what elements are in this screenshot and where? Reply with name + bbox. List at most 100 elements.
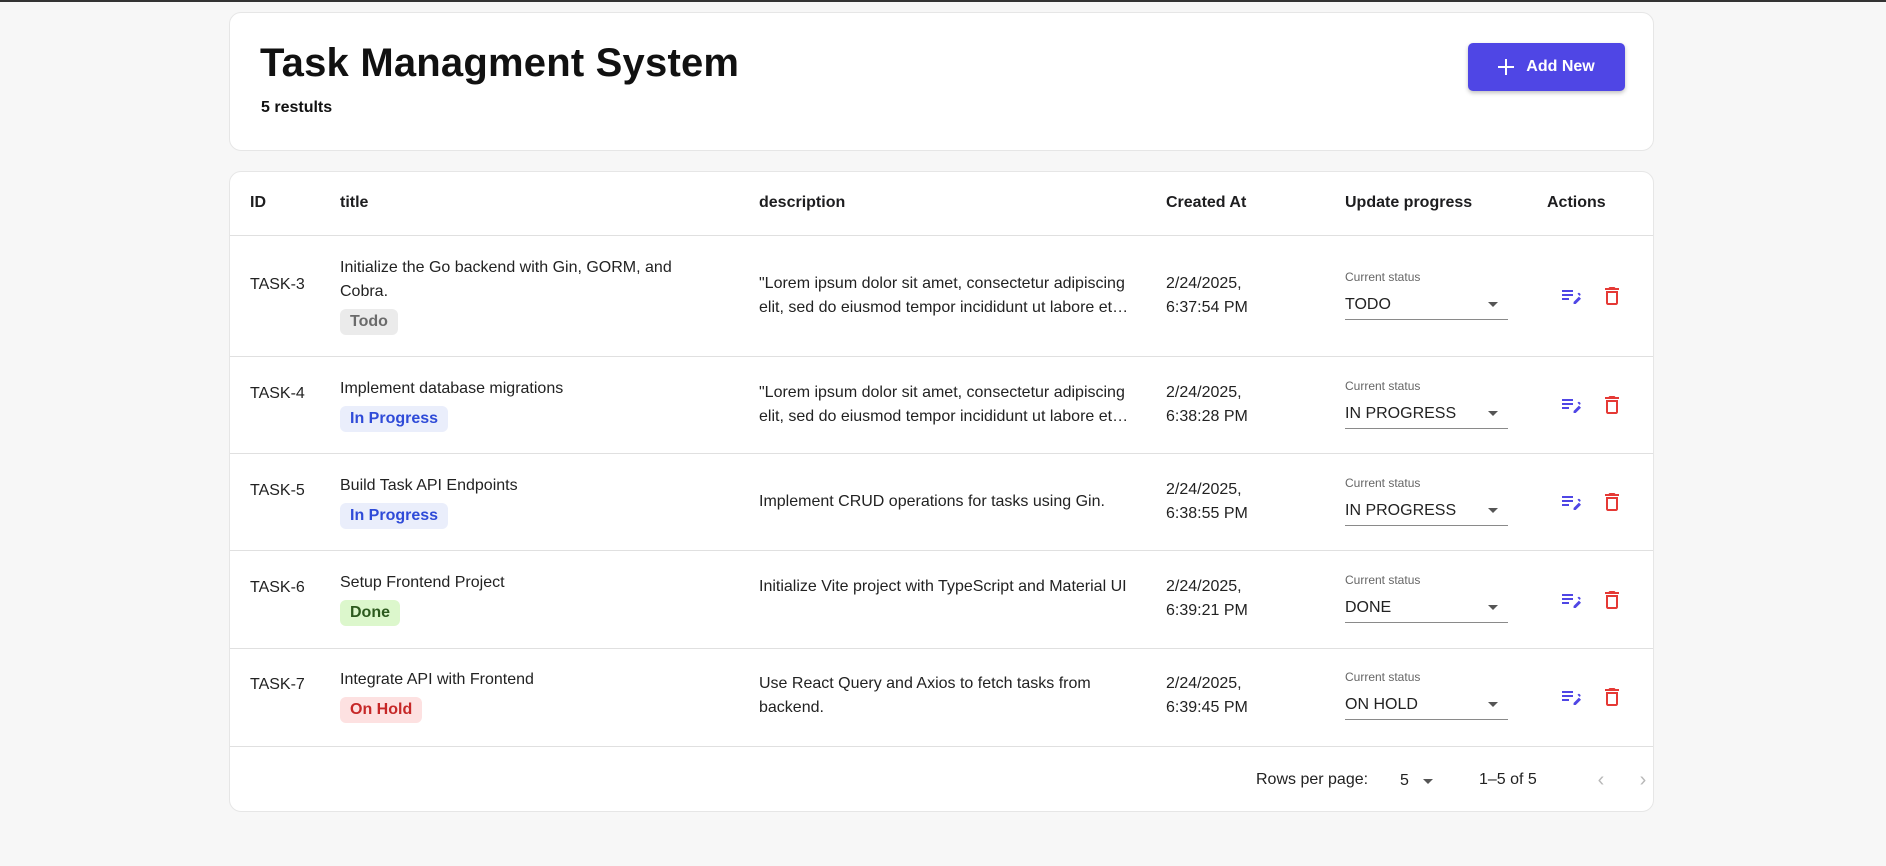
task-description-cell: Initialize Vite project with TypeScript …: [759, 575, 1134, 599]
task-title: Build Task API Endpoints: [340, 477, 518, 494]
table-row: TASK-3 Initialize the Go backend with Gi…: [230, 236, 1653, 357]
status-chip: On Hold: [340, 697, 423, 723]
table-header-row: ID title description Created At Update p…: [230, 172, 1653, 236]
task-title: Initialize the Go backend with Gin, GORM…: [340, 259, 672, 300]
edit-note-icon[interactable]: [1559, 685, 1583, 709]
status-field-label: Current status: [1345, 573, 1421, 587]
status-select-value: ON HOLD: [1345, 695, 1418, 713]
trash-icon[interactable]: [1600, 284, 1624, 308]
column-header-title[interactable]: title: [340, 194, 368, 212]
task-description-cell: "Lorem ipsum dolor sit amet, consectetur…: [759, 272, 1134, 320]
previous-page-button[interactable]: ‹: [1587, 766, 1615, 794]
status-field-label: Current status: [1345, 270, 1421, 284]
task-id: TASK-3: [250, 276, 305, 293]
status-select-field: Current status IN PROGRESS: [1345, 379, 1508, 429]
table-row: TASK-6 Setup Frontend Project Done Initi…: [230, 551, 1653, 649]
created-at: 2/24/2025, 6:39:45 PM: [1166, 675, 1248, 716]
edit-note-icon[interactable]: [1559, 393, 1583, 417]
status-field-label: Current status: [1345, 670, 1421, 684]
task-description: Use React Query and Axios to fetch tasks…: [759, 675, 1091, 716]
status-select[interactable]: IN PROGRESS: [1345, 399, 1508, 429]
task-id: TASK-7: [250, 676, 305, 693]
next-page-button[interactable]: ›: [1629, 766, 1653, 794]
window-top-border: [0, 0, 1886, 2]
status-field-label: Current status: [1345, 476, 1421, 490]
table-row: TASK-7 Integrate API with Frontend On Ho…: [230, 649, 1653, 747]
trash-icon[interactable]: [1600, 490, 1624, 514]
caret-down-icon: [1422, 778, 1433, 784]
status-select-field: Current status IN PROGRESS: [1345, 476, 1508, 526]
task-id: TASK-6: [250, 579, 305, 596]
created-at: 2/24/2025, 6:38:55 PM: [1166, 481, 1248, 522]
rows-per-page-value: 5: [1400, 772, 1409, 789]
status-select[interactable]: ON HOLD: [1345, 690, 1508, 720]
caret-down-icon: [1488, 702, 1498, 707]
task-description-cell: Implement CRUD operations for tasks usin…: [759, 490, 1134, 514]
status-select[interactable]: IN PROGRESS: [1345, 496, 1508, 526]
edit-note-icon[interactable]: [1559, 490, 1583, 514]
task-title-cell: Implement database migrations In Progres…: [340, 377, 720, 432]
task-title-cell: Initialize the Go backend with Gin, GORM…: [340, 256, 720, 335]
add-new-label: Add New: [1526, 58, 1595, 75]
task-description: "Lorem ipsum dolor sit amet, consectetur…: [759, 384, 1125, 425]
status-select[interactable]: DONE: [1345, 593, 1508, 623]
status-select-field: Current status DONE: [1345, 573, 1508, 623]
column-header-id[interactable]: ID: [250, 194, 266, 212]
rows-per-page-select[interactable]: 5: [1400, 768, 1450, 794]
task-description-cell: "Lorem ipsum dolor sit amet, consectetur…: [759, 381, 1134, 429]
status-chip: Todo: [340, 309, 398, 335]
chevron-right-icon: ›: [1639, 768, 1647, 791]
task-title: Setup Frontend Project: [340, 574, 505, 591]
status-field-label: Current status: [1345, 379, 1421, 393]
task-title: Integrate API with Frontend: [340, 671, 534, 688]
status-select[interactable]: TODO: [1345, 290, 1508, 320]
status-select-value: IN PROGRESS: [1345, 404, 1457, 422]
table-row: TASK-4 Implement database migrations In …: [230, 357, 1653, 454]
status-select-field: Current status ON HOLD: [1345, 670, 1508, 720]
trash-icon[interactable]: [1600, 685, 1624, 709]
task-title-cell: Setup Frontend Project Done: [340, 571, 720, 626]
task-title-cell: Integrate API with Frontend On Hold: [340, 668, 720, 723]
caret-down-icon: [1488, 605, 1498, 610]
task-description: Initialize Vite project with TypeScript …: [759, 578, 1127, 595]
edit-note-icon[interactable]: [1559, 588, 1583, 612]
result-count: 5 restults: [261, 99, 333, 116]
created-at: 2/24/2025, 6:37:54 PM: [1166, 275, 1248, 316]
column-header-update-progress: Update progress: [1345, 194, 1473, 211]
status-chip: Done: [340, 600, 400, 626]
page-title: Task Managment System: [260, 41, 740, 85]
status-select-field: Current status TODO: [1345, 270, 1508, 320]
task-table: ID title description Created At Update p…: [229, 171, 1654, 812]
status-select-value: IN PROGRESS: [1345, 501, 1457, 519]
task-id: TASK-5: [250, 482, 305, 499]
trash-icon[interactable]: [1600, 588, 1624, 612]
pagination-range: 1–5 of 5: [1479, 771, 1537, 788]
edit-note-icon[interactable]: [1559, 284, 1583, 308]
table-pagination: Rows per page: 5 1–5 of 5 ‹ ›: [230, 748, 1653, 811]
caret-down-icon: [1488, 411, 1498, 416]
column-header-description[interactable]: description: [759, 194, 845, 212]
chevron-left-icon: ‹: [1597, 768, 1605, 791]
task-description: "Lorem ipsum dolor sit amet, consectetur…: [759, 275, 1125, 316]
status-select-value: DONE: [1345, 598, 1392, 616]
task-title-cell: Build Task API Endpoints In Progress: [340, 474, 720, 529]
status-chip: In Progress: [340, 406, 449, 432]
status-chip: In Progress: [340, 503, 449, 529]
add-new-button[interactable]: Add New: [1468, 43, 1625, 91]
header-card: Task Managment System 5 restults Add New: [229, 12, 1654, 151]
column-header-actions: Actions: [1547, 194, 1606, 211]
created-at: 2/24/2025, 6:38:28 PM: [1166, 384, 1248, 425]
task-title: Implement database migrations: [340, 380, 564, 397]
column-header-created-at[interactable]: Created At: [1166, 194, 1246, 212]
status-select-value: TODO: [1345, 295, 1391, 313]
table-row: TASK-5 Build Task API Endpoints In Progr…: [230, 454, 1653, 551]
caret-down-icon: [1488, 302, 1498, 307]
rows-per-page-label: Rows per page:: [1256, 771, 1369, 788]
task-description: Implement CRUD operations for tasks usin…: [759, 493, 1105, 510]
created-at: 2/24/2025, 6:39:21 PM: [1166, 578, 1248, 619]
task-id: TASK-4: [250, 385, 305, 402]
task-description-cell: Use React Query and Axios to fetch tasks…: [759, 672, 1134, 720]
plus-icon: [1498, 59, 1515, 75]
trash-icon[interactable]: [1600, 393, 1624, 417]
caret-down-icon: [1488, 508, 1498, 513]
